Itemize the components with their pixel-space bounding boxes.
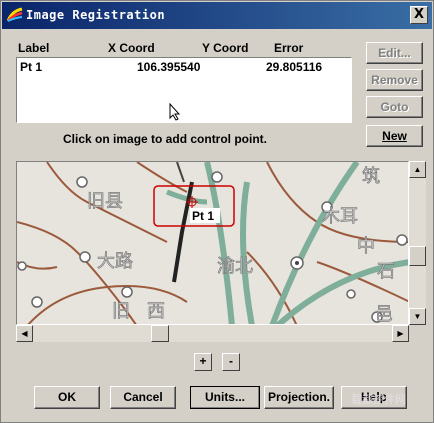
cell-x-coord: 106.395540	[137, 60, 201, 74]
new-button[interactable]: New	[366, 125, 423, 147]
map-label-jiuxian: 旧县	[87, 191, 123, 212]
goto-button[interactable]: Goto	[366, 96, 423, 118]
ok-button[interactable]: OK	[34, 386, 100, 409]
map-label-shi: 石	[377, 261, 395, 282]
instruction-text: Click on image to add control point.	[63, 132, 268, 146]
map-label-muer: 木耳	[322, 206, 358, 227]
scroll-corner	[409, 325, 426, 342]
mouse-cursor-icon	[169, 103, 181, 121]
image-registration-dialog: Image Registration X Label X Coord Y Coo…	[0, 0, 434, 423]
map-label-yi: 邑	[375, 304, 393, 325]
units-button[interactable]: Units...	[190, 386, 260, 409]
remove-button[interactable]: Remove	[366, 69, 423, 91]
header-y-coord: Y Coord	[202, 41, 249, 55]
vertical-scrollbar[interactable]: ▲ ▼	[409, 161, 426, 325]
header-x-coord: X Coord	[108, 41, 155, 55]
header-label: Label	[18, 41, 50, 55]
map-image[interactable]: 旧县 大路 渝北 木耳 中 筑 旧 石 西 邑 Pt 1	[17, 162, 409, 325]
cell-y-coord: 29.805116	[266, 60, 323, 74]
cancel-button[interactable]: Cancel	[110, 386, 176, 409]
vertical-scroll-thumb[interactable]	[409, 246, 426, 266]
map-label-zhong: 中	[357, 236, 375, 257]
app-icon	[7, 7, 23, 22]
zoom-in-button[interactable]: +	[194, 353, 212, 371]
scroll-down-button[interactable]: ▼	[409, 308, 426, 325]
close-button[interactable]: X	[410, 6, 428, 24]
header-error: Error	[274, 41, 304, 55]
horizontal-scroll-thumb[interactable]	[151, 325, 169, 342]
map-label-zhu: 筑	[362, 166, 380, 187]
horizontal-scrollbar[interactable]: ◀ ▶	[16, 325, 409, 342]
scroll-right-button[interactable]: ▶	[392, 325, 409, 342]
window-title: Image Registration	[26, 8, 166, 22]
scroll-left-button[interactable]: ◀	[16, 325, 33, 342]
map-label-yubei: 渝北	[217, 256, 253, 277]
control-point-list[interactable]: Pt 1 106.395540 29.805116	[16, 57, 352, 123]
map-label-xi: 西	[147, 301, 165, 322]
map-label-jiu: 旧	[112, 301, 130, 322]
map-image-view[interactable]: 旧县 大路 渝北 木耳 中 筑 旧 石 西 邑 Pt 1	[16, 161, 409, 325]
edit-button[interactable]: Edit...	[366, 42, 423, 64]
point-label: Pt 1	[192, 209, 214, 223]
title-bar[interactable]: Image Registration X	[2, 2, 432, 29]
zoom-out-button[interactable]: -	[222, 353, 240, 371]
cell-label: Pt 1	[20, 60, 43, 74]
projection-button[interactable]: Projection.	[264, 386, 334, 409]
watermark-text: 载都控件网	[351, 393, 406, 406]
scroll-up-button[interactable]: ▲	[409, 161, 426, 178]
map-label-dalu: 大路	[97, 251, 133, 272]
